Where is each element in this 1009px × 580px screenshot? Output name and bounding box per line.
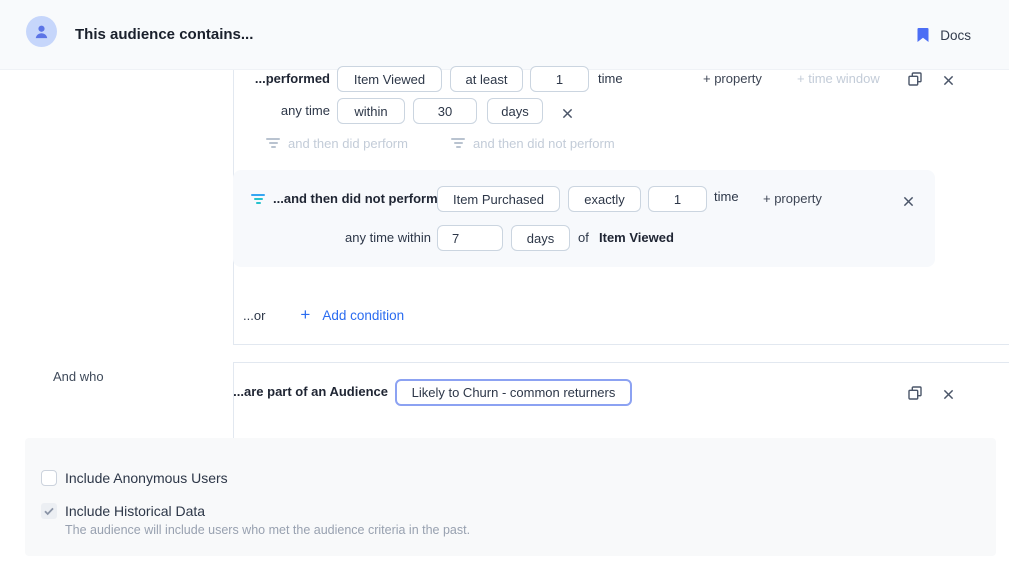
include-historical-checkbox[interactable] <box>41 503 57 519</box>
then-did-not-perform-button[interactable]: and then did not perform <box>451 135 615 151</box>
remove-time-window-button[interactable] <box>559 105 575 121</box>
funnel-icon <box>266 138 280 148</box>
close-icon <box>943 75 954 86</box>
operator-select[interactable]: at least <box>450 66 523 92</box>
user-icon <box>33 23 50 40</box>
time-value-input[interactable] <box>413 98 477 124</box>
funnel-icon <box>251 194 265 204</box>
of-event-label: Item Viewed <box>599 225 674 251</box>
sequence-window-label: any time within <box>300 225 431 251</box>
sequence-event-select[interactable]: Item Purchased <box>437 186 560 212</box>
bookmark-icon <box>916 27 930 43</box>
plus-icon: + <box>300 305 310 325</box>
any-time-label: any time <box>230 98 330 124</box>
of-label: of <box>578 225 589 251</box>
audience-select-input[interactable] <box>395 379 632 406</box>
audience-builder-page: This audience contains... Docs ...perfor… <box>0 0 1009 580</box>
avatar <box>26 16 57 47</box>
time-unit-select[interactable]: days <box>487 98 543 124</box>
close-icon <box>562 108 573 119</box>
options-panel <box>25 438 996 556</box>
audience-condition-label: ...are part of an Audience <box>218 379 388 405</box>
include-historical-label: Include Historical Data <box>65 503 205 519</box>
include-anonymous-label: Include Anonymous Users <box>65 470 228 486</box>
page-title: This audience contains... <box>75 0 253 70</box>
sequence-label: ...and then did not perform <box>273 186 438 212</box>
docs-label: Docs <box>940 28 971 43</box>
event-select[interactable]: Item Viewed <box>337 66 442 92</box>
duplicate-audience-condition-button[interactable] <box>907 385 923 401</box>
remove-audience-condition-button[interactable] <box>940 386 956 402</box>
performed-label: ...performed <box>180 66 330 92</box>
count-input[interactable] <box>530 66 589 92</box>
sequence-add-property-button[interactable]: + property <box>763 186 822 212</box>
funnel-icon <box>451 138 465 148</box>
and-who-label: And who <box>53 369 104 384</box>
close-icon <box>903 196 914 207</box>
or-label: ...or <box>243 308 265 323</box>
sequence-window-unit-select[interactable]: days <box>511 225 570 251</box>
time-suffix-label: time <box>598 66 623 92</box>
sequence-window-input[interactable] <box>437 225 503 251</box>
add-property-button[interactable]: + property <box>703 66 762 92</box>
include-historical-description: The audience will include users who met … <box>65 523 470 537</box>
or-row: ...or + Add condition <box>243 302 404 328</box>
check-icon <box>43 505 55 517</box>
time-comparator-select[interactable]: within <box>337 98 405 124</box>
copy-icon <box>907 385 923 401</box>
remove-sequence-button[interactable] <box>900 193 916 209</box>
duplicate-condition-button[interactable] <box>907 71 923 87</box>
sequence-count-input[interactable] <box>648 186 707 212</box>
sequence-operator-select[interactable]: exactly <box>568 186 641 212</box>
then-did-perform-button[interactable]: and then did perform <box>266 135 408 151</box>
then-did-not-perform-label: and then did not perform <box>473 136 615 151</box>
remove-condition-button[interactable] <box>940 72 956 88</box>
add-condition-button[interactable]: Add condition <box>322 308 404 323</box>
sequence-subgroup <box>233 170 935 267</box>
include-anonymous-checkbox[interactable] <box>41 470 57 486</box>
docs-button[interactable]: Docs <box>916 0 971 70</box>
close-icon <box>943 389 954 400</box>
copy-icon <box>907 71 923 87</box>
header: This audience contains... Docs <box>0 0 1009 70</box>
then-did-perform-label: and then did perform <box>288 136 408 151</box>
sequence-time-suffix: time <box>714 184 739 210</box>
add-time-window-button[interactable]: + time window <box>797 66 880 92</box>
